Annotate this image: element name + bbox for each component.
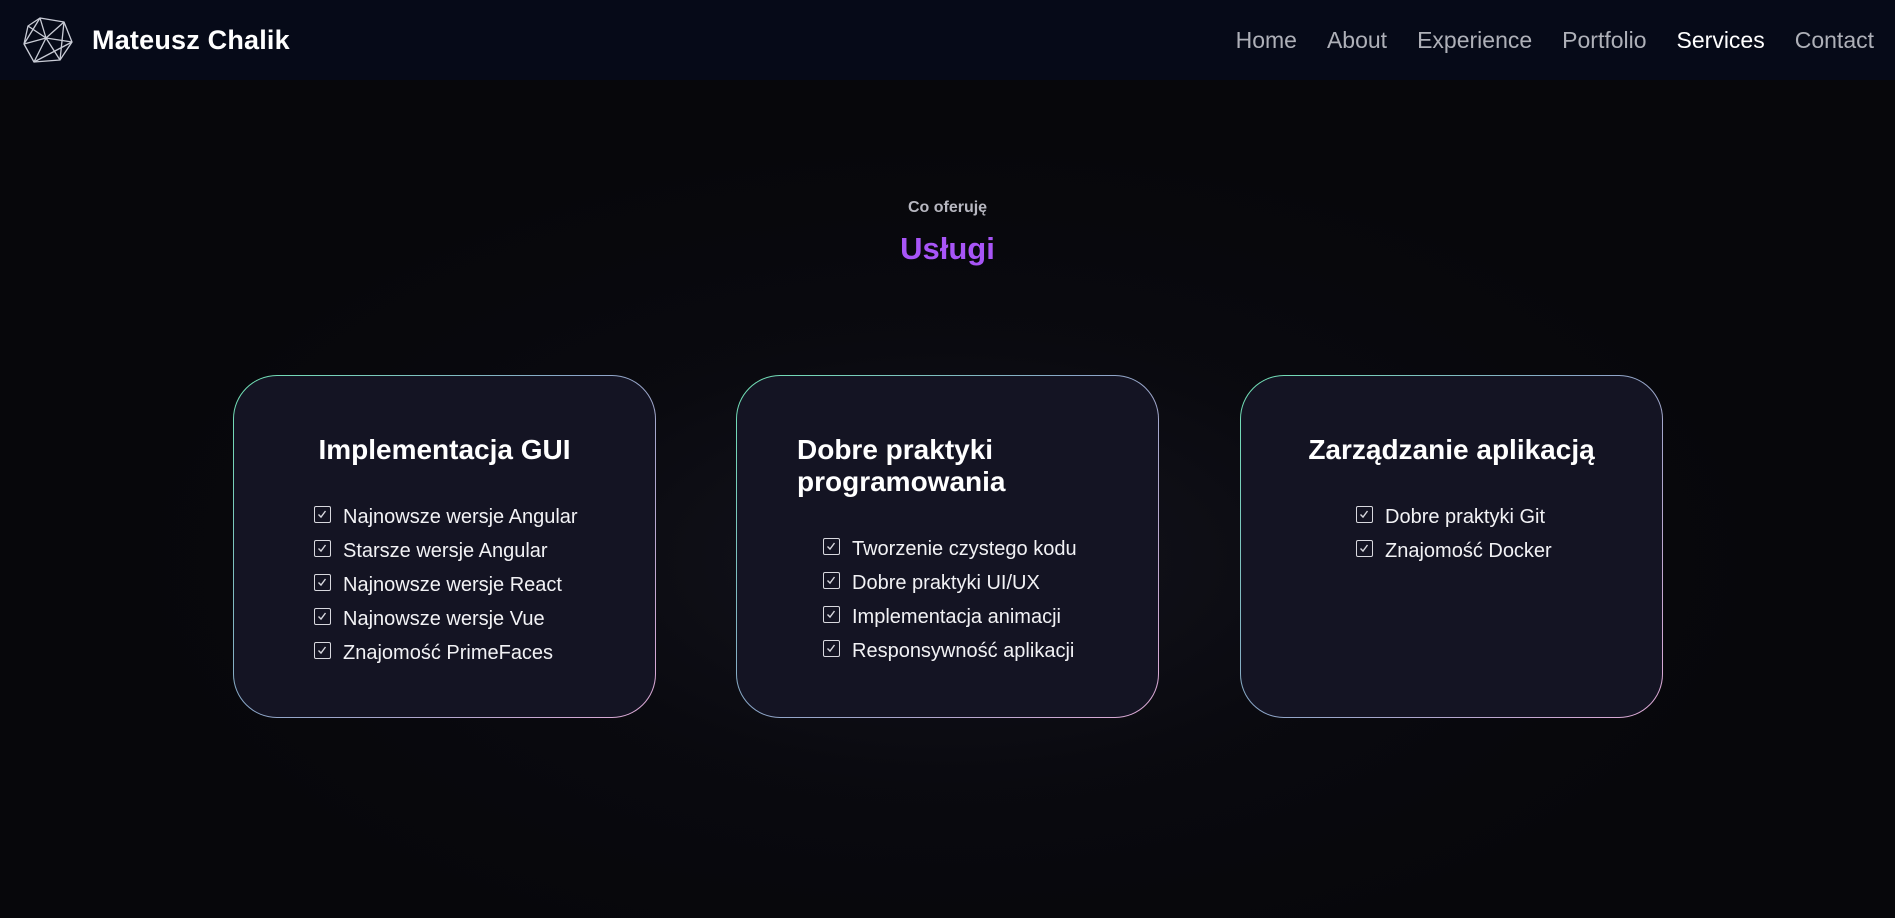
list-item: Implementacja animacji: [823, 604, 1077, 638]
nav-links: Home About Experience Portfolio Services…: [1206, 27, 1874, 54]
section-subtitle: Co oferuję: [907, 199, 988, 216]
list-item-label: Znajomość PrimeFaces: [343, 642, 554, 664]
list-item: Starsze wersje Angular: [314, 538, 578, 572]
service-card-gui: Implementacja GUI Najnowsze wersje Angul…: [233, 375, 656, 718]
nav-link-about[interactable]: About: [1327, 27, 1387, 54]
polyhedron-logo-icon[interactable]: [22, 16, 74, 64]
list-item-label: Znajomość Docker: [1385, 540, 1552, 562]
list-item: Najnowsze wersje React: [314, 572, 578, 606]
service-card-practices: Dobre praktyki programowania Tworzenie c…: [736, 375, 1159, 718]
list-item: Najnowsze wersje Angular: [314, 504, 578, 538]
card-body: Implementacja GUI Najnowsze wersje Angul…: [234, 376, 655, 717]
brand-name[interactable]: Mateusz Chalik: [92, 25, 290, 56]
checkbox-checked-icon: [1356, 540, 1373, 557]
list-item: Dobre praktyki UI/UX: [823, 570, 1077, 604]
list-item-label: Tworzenie czystego kodu: [852, 538, 1077, 560]
checkbox-checked-icon: [823, 606, 840, 623]
nav-link-experience[interactable]: Experience: [1417, 27, 1532, 54]
checkbox-checked-icon: [314, 540, 331, 557]
nav-link-home[interactable]: Home: [1236, 27, 1297, 54]
nav-link-contact[interactable]: Contact: [1795, 27, 1874, 54]
card-list: Najnowsze wersje Angular Starsze wersje …: [314, 504, 578, 674]
card-body: Zarządzanie aplikacją Dobre praktyki Git…: [1241, 376, 1662, 717]
checkbox-checked-icon: [823, 538, 840, 555]
brand[interactable]: Mateusz Chalik: [22, 16, 290, 64]
card-title: Dobre praktyki programowania: [797, 434, 1006, 497]
card-title: Zarządzanie aplikacją: [1308, 434, 1595, 465]
card-list: Tworzenie czystego kodu Dobre praktyki U…: [823, 536, 1077, 672]
list-item-label: Starsze wersje Angular: [343, 540, 548, 562]
nav-link-services[interactable]: Services: [1677, 27, 1765, 54]
list-item-label: Dobre praktyki UI/UX: [852, 572, 1040, 594]
card-body: Dobre praktyki programowania Tworzenie c…: [737, 376, 1158, 717]
checkbox-checked-icon: [314, 506, 331, 523]
list-item-label: Responsywność aplikacji: [852, 640, 1075, 662]
section-title: Usługi: [900, 231, 995, 266]
checkbox-checked-icon: [314, 574, 331, 591]
checkbox-checked-icon: [823, 640, 840, 657]
list-item: Znajomość Docker: [1356, 538, 1552, 572]
card-title: Implementacja GUI: [318, 434, 571, 465]
checkbox-checked-icon: [314, 642, 331, 659]
list-item: Responsywność aplikacji: [823, 638, 1077, 672]
page: Mateusz Chalik Home About Experience Por…: [0, 0, 1895, 918]
checkbox-checked-icon: [314, 608, 331, 625]
list-item-label: Implementacja animacji: [852, 606, 1061, 628]
list-item-label: Najnowsze wersje React: [343, 574, 562, 596]
list-item: Tworzenie czystego kodu: [823, 536, 1077, 570]
service-card-management: Zarządzanie aplikacją Dobre praktyki Git…: [1240, 375, 1663, 718]
list-item-label: Najnowsze wersje Vue: [343, 608, 545, 630]
list-item: Dobre praktyki Git: [1356, 504, 1552, 538]
list-item-label: Dobre praktyki Git: [1385, 506, 1546, 528]
list-item: Najnowsze wersje Vue: [314, 606, 578, 640]
checkbox-checked-icon: [823, 572, 840, 589]
nav-link-portfolio[interactable]: Portfolio: [1562, 27, 1646, 54]
checkbox-checked-icon: [1356, 506, 1373, 523]
list-item-label: Najnowsze wersje Angular: [343, 506, 578, 528]
navbar: Mateusz Chalik Home About Experience Por…: [0, 0, 1895, 80]
list-item: Znajomość PrimeFaces: [314, 640, 578, 674]
card-list: Dobre praktyki Git Znajomość Docker: [1356, 504, 1552, 572]
